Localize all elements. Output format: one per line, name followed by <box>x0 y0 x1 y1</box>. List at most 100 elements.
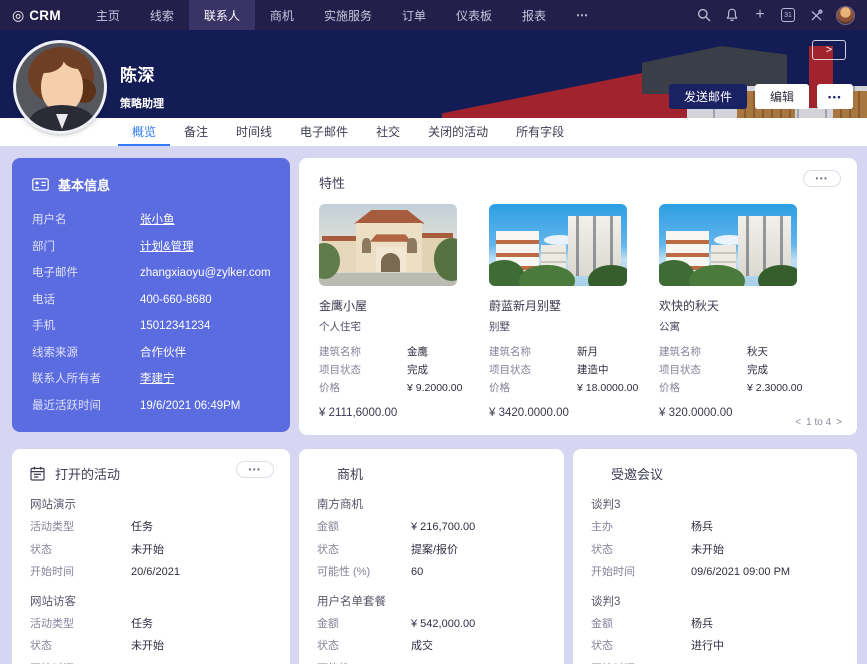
nav-item-dashboard[interactable]: 仪表板 <box>441 0 507 30</box>
properties-panel: 特性 ••• 金鹰小屋 个人住宅 建筑名称 金鹰 项目状态 完成 价格 ¥ 9.… <box>299 158 857 435</box>
field-label: 主办 <box>591 521 613 533</box>
pagination-prev[interactable]: < <box>794 417 802 428</box>
nav-item-contacts[interactable]: 联系人 <box>188 0 255 30</box>
field-row: 活动类型 任务 <box>30 613 272 636</box>
field-row: 状态 进行中 <box>591 635 839 658</box>
field-label: 开始时间 <box>591 658 691 664</box>
field-value[interactable]: 400-660-8680 <box>140 287 212 314</box>
tab-all-fields[interactable]: 所有字段 <box>502 118 578 146</box>
field-row: 价格 ¥ 2.3000.00 <box>659 379 828 397</box>
property-card[interactable]: 欢快的秋天 公寓 建筑名称 秋天 项目状态 完成 价格 ¥ 2.3000.00 <box>659 204 828 419</box>
properties-more-button[interactable]: ••• <box>803 170 841 187</box>
art-shape <box>319 272 457 286</box>
nav-item-home[interactable]: 主页 <box>81 0 135 30</box>
field-label: 开始时间 <box>591 566 635 578</box>
crm-logo[interactable]: ◎ CRM <box>0 0 81 30</box>
field-row: 建筑名称 金鹰 <box>319 343 488 361</box>
contact-header-banner: > 陈深 策略助理 发送邮件 编辑 ••• <box>0 30 867 134</box>
tab-emails[interactable]: 电子邮件 <box>286 118 362 146</box>
tab-closed-activities[interactable]: 关闭的活动 <box>414 118 502 146</box>
field-row: 最近活跃时间 19/6/2021 06:49PM <box>32 393 270 420</box>
tab-timeline[interactable]: 时间线 <box>222 118 286 146</box>
pagination-label: 1 to 4 <box>806 417 832 428</box>
meeting-name[interactable]: 谈判3 <box>591 496 839 512</box>
field-label: 建筑名称 <box>659 346 701 358</box>
property-name[interactable]: 欢快的秋天 <box>659 297 828 314</box>
nav-item-leads[interactable]: 线索 <box>135 0 189 30</box>
field-label: 金额 <box>317 617 339 630</box>
deal-name[interactable]: 用户名单套餐 <box>317 593 546 609</box>
nav-more-button[interactable]: ⋯ <box>561 0 605 30</box>
property-name[interactable]: 金鹰小屋 <box>319 297 488 314</box>
activity-name[interactable]: 网站演示 <box>30 496 272 512</box>
field-value: ¥ 9.2000.00 <box>407 382 463 394</box>
field-row: 电子邮件 zhangxiaoyu@zylker.com <box>32 260 271 287</box>
notifications-bell-icon[interactable] <box>718 0 746 30</box>
field-value-link[interactable]: 张小鱼 <box>140 207 175 234</box>
field-value: ¥ 2.3000.00 <box>747 382 803 394</box>
field-row: 手机 15012341234 <box>32 313 270 340</box>
field-value: 完成 <box>747 364 768 376</box>
field-value: ¥ 216,700.00 <box>411 521 476 533</box>
field-value: 任务 <box>131 617 153 630</box>
field-value[interactable]: 15012341234 <box>140 313 210 340</box>
field-value-link[interactable]: 李建宁 <box>140 366 175 393</box>
field-value: 20/6/2021 <box>131 566 180 578</box>
top-row: 基本信息 用户名 张小鱼 部门 计划&管理 电子邮件 zhangxiaoyu@z… <box>12 158 857 435</box>
tab-social[interactable]: 社交 <box>362 118 414 146</box>
tab-notes[interactable]: 备注 <box>170 118 222 146</box>
navbar-left: ◎ CRM 主页 线索 联系人 商机 实施服务 订单 仪表板 报表 ⋯ <box>0 0 605 30</box>
meeting-item: 谈判3 主办 杨兵 状态 未开始 开始时间 09/6/2021 09:00 PM <box>591 496 839 584</box>
nav-item-services[interactable]: 实施服务 <box>309 0 387 30</box>
field-row: 活动类型 任务 <box>30 516 272 539</box>
open-activities-more-button[interactable]: ••• <box>236 461 274 478</box>
nav-item-deals[interactable]: 商机 <box>255 0 309 30</box>
property-card[interactable]: 金鹰小屋 个人住宅 建筑名称 金鹰 项目状态 完成 价格 ¥ 9.2000.00… <box>319 204 488 419</box>
add-record-plus-icon[interactable]: + <box>746 0 774 30</box>
edit-button[interactable]: 编辑 <box>755 84 810 109</box>
field-row: 金额 ¥ 216,700.00 <box>317 516 546 539</box>
field-row: 开始时间 12/6/2021 09:09 PM <box>591 658 839 664</box>
tools-settings-icon[interactable] <box>802 0 830 30</box>
field-row: 建筑名称 新月 <box>489 343 658 361</box>
deal-item: 用户名单套餐 金额 ¥ 542,000.00 状态 成交 可能性 (%) 100 <box>317 593 546 664</box>
field-label: 状态 <box>317 543 339 556</box>
contact-identity: 陈深 策略助理 <box>120 61 164 111</box>
field-row: 开始时间 20/6/2021 <box>30 561 272 584</box>
next-record-button[interactable]: > <box>812 40 846 60</box>
meeting-name[interactable]: 谈判3 <box>591 593 839 609</box>
meeting-item: 谈判3 金额 杨兵 状态 进行中 开始时间 12/6/2021 09:09 PM <box>591 593 839 664</box>
pagination-next[interactable]: > <box>835 417 843 428</box>
field-value[interactable]: zhangxiaoyu@zylker.com <box>140 260 271 287</box>
field-label: 手机 <box>32 320 55 332</box>
activity-name[interactable]: 网站访客 <box>30 593 272 609</box>
search-icon[interactable] <box>690 0 718 30</box>
property-total-price: ¥ 2111,6000.00 <box>319 407 398 419</box>
nav-item-orders[interactable]: 订单 <box>387 0 441 30</box>
field-value-link[interactable]: 计划&管理 <box>140 234 194 261</box>
field-label: 价格 <box>319 382 340 394</box>
calendar-icon[interactable]: 31 <box>774 0 802 30</box>
nav-item-reports[interactable]: 报表 <box>507 0 561 30</box>
deal-name[interactable]: 南方商机 <box>317 496 546 512</box>
field-row: 开始时间 16/6/2021 <box>30 658 272 664</box>
property-name[interactable]: 蔚蓝新月别墅 <box>489 297 658 314</box>
contact-name: 陈深 <box>120 66 155 85</box>
send-email-button[interactable]: 发送邮件 <box>669 84 748 109</box>
field-label: 价格 <box>489 382 510 394</box>
field-row: 主办 杨兵 <box>591 516 839 539</box>
header-more-button[interactable]: ••• <box>817 84 853 109</box>
user-avatar[interactable] <box>836 5 855 25</box>
activity-item: 网站访客 活动类型 任务 状态 未开始 开始时间 16/6/2021 <box>30 593 272 664</box>
tab-overview[interactable]: 概览 <box>118 118 171 146</box>
property-card[interactable]: 蔚蓝新月别墅 别墅 建筑名称 新月 项目状态 建造中 价格 ¥ 18.0000.… <box>489 204 658 419</box>
field-value: 未开始 <box>131 543 164 556</box>
panel-title: 特性 <box>319 176 346 191</box>
field-label: 金额 <box>317 521 339 533</box>
field-label: 项目状态 <box>489 364 531 376</box>
main-menu: 主页 线索 联系人 商机 实施服务 订单 仪表板 报表 ⋯ <box>81 0 605 30</box>
field-row: 电话 400-660-8680 <box>32 287 270 314</box>
field-row: 状态 提案/报价 <box>317 539 546 562</box>
field-value: 60 <box>411 566 424 578</box>
field-value: 合作伙伴 <box>140 346 186 359</box>
